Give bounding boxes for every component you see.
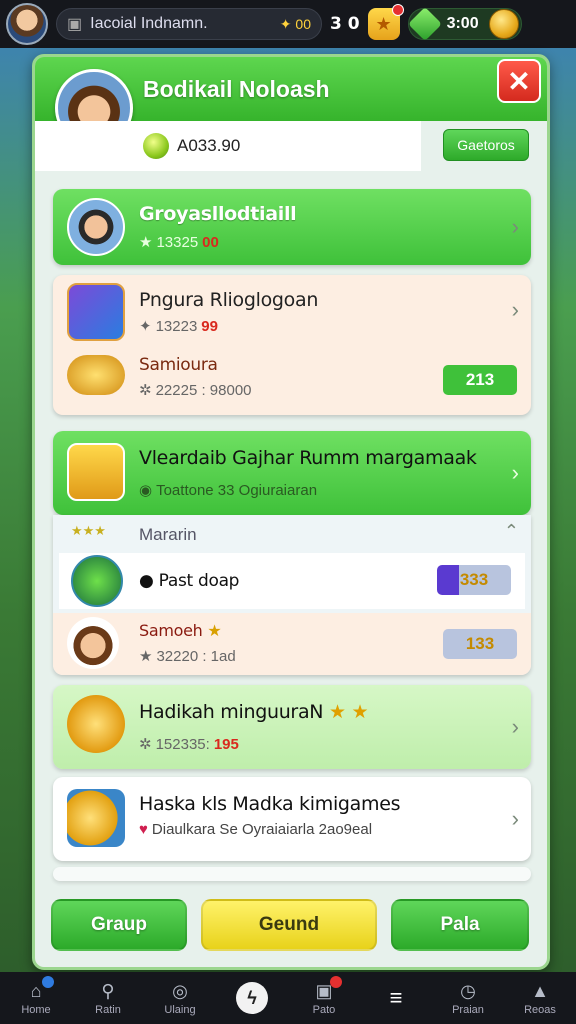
bottom-navigation: ⌂ Home ⚲ Ratin ◎ Ulaing ϟ ▣ Pato ≡ ◷ Praian ▲… [0,972,576,1024]
player-portrait-icon [67,443,125,501]
nav-praian[interactable]: ◷ Praian [432,972,504,1024]
item-title: Pngura Rlioglogoan [139,289,319,311]
group-button[interactable]: Graup [51,899,187,951]
list-item-peek [53,867,531,881]
clock-icon: ◷ [460,980,476,1001]
gem-icon [407,7,442,41]
chevron-right-icon: › [511,214,519,239]
value-pill: 333 [437,565,511,595]
list-item[interactable]: Hadikah minguuraN ★ ★ ✲ 152335: 195 › [53,685,531,769]
nav-ratin[interactable]: ⚲ Ratin [72,972,144,1024]
stars-icon: ★★★ [71,523,106,538]
player-avatar[interactable] [6,3,48,45]
play-button[interactable]: Pala [391,899,529,951]
value-pill: 213 [443,365,517,395]
list-item[interactable]: ● Past doap 333 [59,553,525,609]
leaderboard-panel: Bodikail Noloash ✕ A033.90 Gaetoros Groy… [32,54,550,970]
check-badge-icon [67,283,125,341]
item-title: Vleardaib Gajhar Rumm margamaak [139,447,477,469]
panel-title: Bodikail Noloash [143,75,330,102]
item-title: Groyasllodtiaill [139,203,297,225]
player-avatar-icon [67,198,125,256]
list-item[interactable]: Pngura Rlioglogoan ✦ 13223 99 › [53,275,531,345]
gold-indicator: ✦ 00 [279,15,311,32]
item-meta: ✲ 22225 : 98000 [139,381,252,400]
search-icon: ⚲ [101,980,115,1001]
item-meta: ★ 13325 00 [139,233,219,252]
nav-menu[interactable]: ≡ [360,972,432,1024]
nav-badge [330,976,342,988]
list-item[interactable]: Samioura ✲ 22225 : 98000 213 [53,345,531,415]
nav-ulaing[interactable]: ◎ Ulaing [144,972,216,1024]
coin-stack-icon: ▣ [67,16,83,33]
item-meta: ✲ 152335: 195 [139,735,239,754]
balance-value: A033.90 [177,136,241,155]
item-meta: ✦ 13223 99 [139,317,218,336]
globe-icon [71,555,123,607]
girl-avatar-icon [67,617,119,669]
search-bar[interactable]: ▣ Ιacoial Indnamn. ✦ 00 [56,8,322,40]
coin-pile-icon [67,355,125,395]
gold-button[interactable]: Geund [201,899,377,951]
item-title: Hadikah minguuraN ★ ★ [139,701,369,723]
item-meta: ♥ Diaulkara Se Oyraiaiarla 2ao9eal [139,821,373,838]
chevron-right-icon: › [511,297,519,322]
notification-dot [391,4,404,16]
close-button[interactable]: ✕ [497,59,541,103]
top-stat-counter: 3 0 [330,14,360,34]
top-status-bar: ▣ Ιacoial Indnamn. ✦ 00 3 0 ★ 3:00 [0,0,576,48]
gold-coin-icon [488,9,519,39]
list-item[interactable]: Haska kls Madka kimigames ♥ Diaulkara Se… [53,777,531,861]
item-meta: ★ 32220 : 1ad [139,647,236,666]
balance-row: A033.90 [35,121,421,171]
chevron-up-icon: ⌃ [503,521,519,541]
search-text: Ιacoial Indnamn. [90,15,208,32]
chevron-right-icon: › [511,460,519,485]
item-meta: ◉ Toattone 33 Ogiuraiaran [139,481,318,500]
item-title: Samoeh ★ [139,621,222,640]
gold-coin-badge-icon [67,695,125,753]
nav-pato[interactable]: ▣ Pato [288,972,360,1024]
section-header[interactable]: ★★★ Mararin ⌃ [53,515,531,553]
nav-center[interactable]: ϟ [216,972,288,1024]
nav-reoas[interactable]: ▲ Reoas [504,972,576,1024]
balance-coin-icon [143,133,169,159]
menu-icon: ≡ [389,985,403,1010]
nav-badge [42,976,54,988]
lightning-icon: ϟ [236,982,268,1014]
list-item[interactable]: Groyasllodtiaill ★ 13325 00 › [53,189,531,265]
item-title: ● Past doap [139,571,240,591]
value-pill: 133 [443,629,517,659]
chevron-right-icon: › [511,714,519,739]
gainers-button[interactable]: Gaetoros [443,129,529,161]
chevron-right-icon: › [511,806,519,831]
item-title: Haska kls Madka kimigames [139,793,401,815]
home-icon: ⌂ [30,980,42,1001]
gem-count: 3:00 [446,15,479,32]
list-group: Pngura Rlioglogoan ✦ 13223 99 › Samioura… [53,275,531,415]
list-item[interactable]: Samoeh ★ ★ 32220 : 1ad 133 [53,613,531,675]
item-title: Samioura [139,355,218,375]
gem-balance[interactable]: 3:00 [407,7,522,41]
magnifier-icon: ◎ [172,980,188,1001]
bag-icon: ▲ [531,980,549,1001]
nav-home[interactable]: ⌂ Home [0,972,72,1024]
expanded-section: ★★★ Mararin ⌃ ● Past doap 333 Samoeh ★ ★… [53,515,531,675]
list-item[interactable]: Vleardaib Gajhar Rumm margamaak ◉ Toatto… [53,431,531,515]
star-badge-icon[interactable]: ★ [367,4,404,40]
section-title: Mararin [139,525,197,544]
coins-icon [67,789,125,847]
